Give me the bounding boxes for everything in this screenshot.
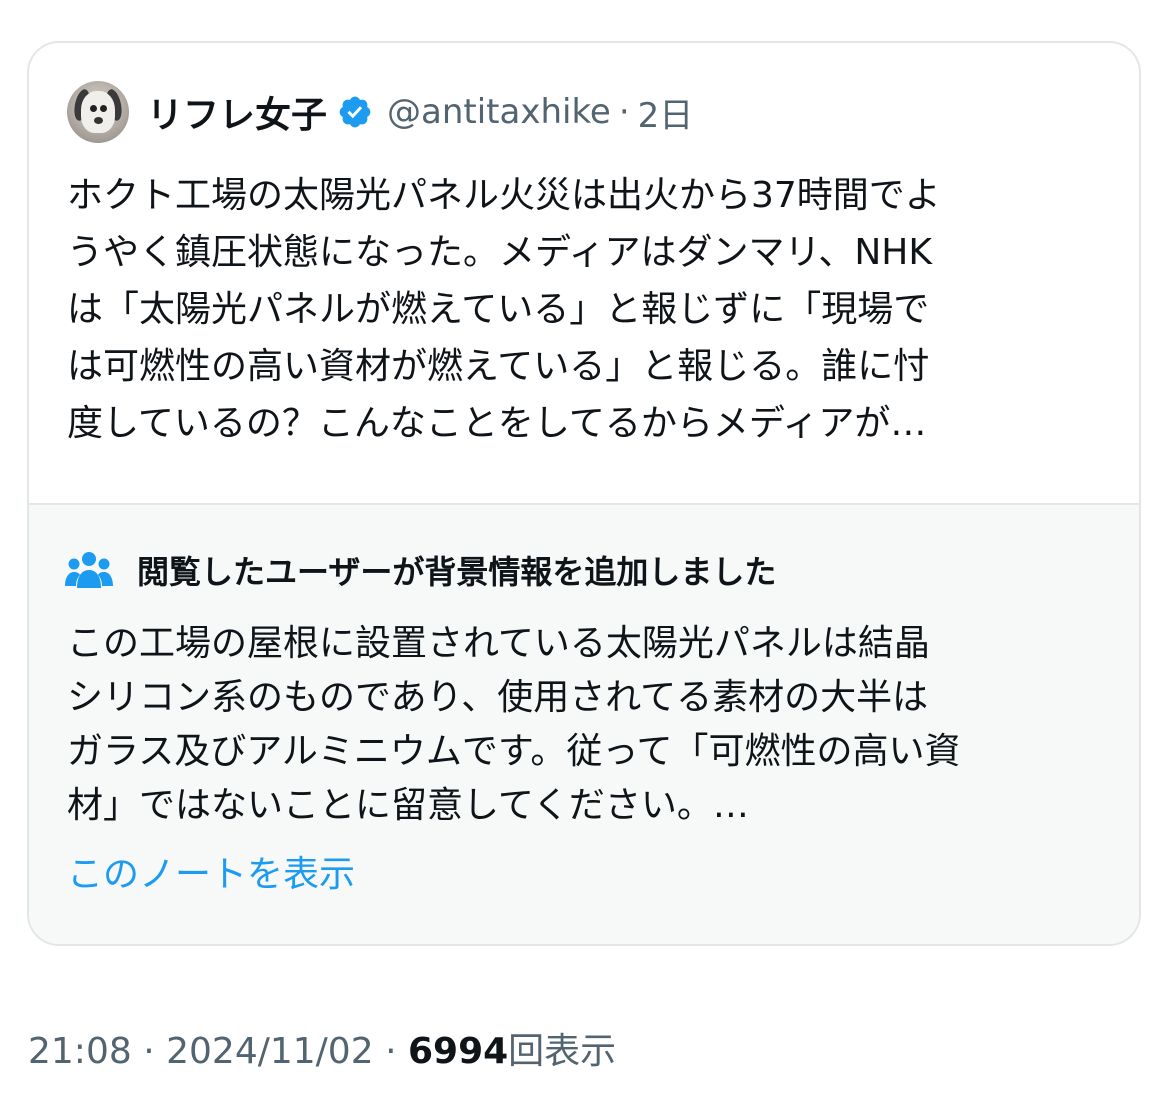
tweet-text-line: うやく鎮圧状態になった。メディアはダンマリ、NHK bbox=[67, 232, 932, 273]
quoted-tweet-header: リフレ女子 @antitaxhike · 2日 bbox=[67, 81, 693, 143]
note-text-line: ガラス及びアルミニウムです。従って「可燃性の高い資 bbox=[67, 731, 961, 772]
handle[interactable]: @antitaxhike bbox=[387, 92, 611, 132]
meta-separator: · bbox=[143, 1031, 155, 1072]
avatar-eye-right bbox=[100, 105, 107, 112]
time-ago[interactable]: 2日 bbox=[638, 88, 694, 137]
quoted-tweet[interactable]: リフレ女子 @antitaxhike · 2日 ホクト工場の太陽光パネル火災は出… bbox=[29, 43, 1139, 503]
avatar-eye-left bbox=[90, 105, 97, 112]
tweet-meta: 21:08 · 2024/11/02 · 6994回表示 bbox=[28, 1022, 616, 1074]
tweet-text-line: は「太陽光パネルが燃えている」と報じずに「現場で bbox=[67, 289, 930, 330]
meta-separator: · bbox=[385, 1031, 397, 1072]
community-note: 閲覧したユーザーが背景情報を追加しました この工場の屋根に設置されている太陽光パ… bbox=[29, 503, 1139, 944]
views-label[interactable]: 回表示 bbox=[508, 1031, 616, 1072]
tweet-text-line: ホクト工場の太陽光パネル火災は出火から37時間でよ bbox=[67, 175, 941, 216]
tweet-text-line: 度しているの？こんなことをしてるからメディアが… bbox=[67, 403, 927, 444]
avatar-nose bbox=[94, 117, 103, 124]
community-note-text: この工場の屋根に設置されている太陽光パネルは結晶 シリコン系のものであり、使用さ… bbox=[67, 617, 1117, 833]
separator-dot: · bbox=[618, 92, 630, 132]
note-text-line: 材」ではないことに留意してください。… bbox=[67, 785, 749, 826]
note-text-line: シリコン系のものであり、使用されてる素材の大半は bbox=[67, 677, 929, 718]
show-note-link[interactable]: このノートを表示 bbox=[67, 845, 355, 897]
community-note-header: 閲覧したユーザーが背景情報を追加しました bbox=[65, 547, 776, 593]
community-note-title: 閲覧したユーザーが背景情報を追加しました bbox=[137, 553, 777, 591]
people-icon bbox=[65, 552, 113, 588]
quoted-tweet-text: ホクト工場の太陽光パネル火災は出火から37時間でよ うやく鎮圧状態になった。メデ… bbox=[67, 167, 1107, 452]
avatar[interactable] bbox=[67, 81, 129, 143]
display-name[interactable]: リフレ女子 bbox=[147, 86, 327, 138]
post-time[interactable]: 21:08 bbox=[28, 1031, 132, 1072]
views-count[interactable]: 6994 bbox=[408, 1031, 508, 1072]
post-date[interactable]: 2024/11/02 bbox=[166, 1031, 374, 1072]
note-text-line: この工場の屋根に設置されている太陽光パネルは結晶 bbox=[67, 623, 930, 664]
tweet-text-line: は可燃性の高い資材が燃えている」と報じる。誰に忖 bbox=[67, 346, 930, 387]
quoted-tweet-card[interactable]: リフレ女子 @antitaxhike · 2日 ホクト工場の太陽光パネル火災は出… bbox=[27, 41, 1141, 946]
verified-badge-icon bbox=[339, 96, 371, 128]
avatar-face bbox=[81, 91, 115, 133]
